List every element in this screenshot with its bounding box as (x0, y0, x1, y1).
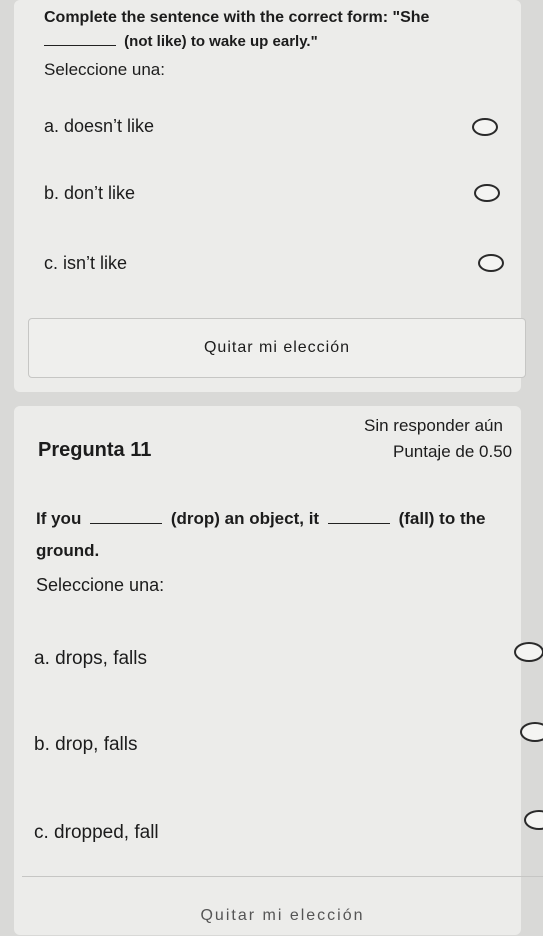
question-11-text-part1: If you (36, 509, 82, 528)
radio-button[interactable] (472, 118, 498, 136)
answer-blank-1 (90, 509, 163, 524)
question-11-card (14, 406, 521, 935)
question-10-text-line2: (not like) to wake up early." (44, 30, 318, 54)
question-11-text-line2: ground. (36, 541, 100, 560)
question-11-text-part2: (drop) an object, it (170, 509, 320, 528)
clear-choice-button[interactable]: Quitar mi elección (28, 318, 526, 378)
option-label[interactable]: c. isn’t like (44, 253, 127, 274)
option-label[interactable]: b. don’t like (44, 183, 135, 204)
question-11-text-line1: If you (drop) an object, it (fall) to th… (36, 507, 485, 531)
option-label[interactable]: a. drops, falls (34, 648, 147, 670)
question-10-text-end: (not like) to wake up early." (124, 33, 318, 50)
radio-button[interactable] (524, 810, 543, 830)
question-10-text-line1: Complete the sentence with the correct f… (44, 6, 429, 30)
question-score: Puntaje de 0.50 (393, 442, 513, 461)
question-10-prompt: Seleccione una: (44, 60, 165, 79)
radio-button[interactable] (478, 254, 504, 272)
answer-blank (44, 31, 116, 46)
clear-choice-label: Quitar mi elección (200, 907, 365, 924)
radio-button[interactable] (514, 642, 543, 662)
question-title: Pregunta 11 (38, 439, 152, 461)
clear-choice-label: Quitar mi elección (203, 339, 351, 356)
option-label[interactable]: a. doesn’t like (44, 116, 154, 137)
radio-button[interactable] (474, 184, 500, 202)
answer-blank-2 (327, 509, 390, 524)
radio-button[interactable] (520, 722, 543, 742)
question-11-prompt: Seleccione una: (36, 575, 165, 595)
option-label[interactable]: b. drop, falls (34, 734, 138, 756)
question-10-text-start: Complete the sentence with the correct f… (44, 9, 430, 26)
question-status: Sin responder aún (364, 416, 503, 435)
clear-choice-button[interactable]: Quitar mi elección (22, 876, 543, 936)
option-label[interactable]: c. dropped, fall (34, 822, 159, 844)
question-11-text-part3: (fall) to the (398, 509, 486, 528)
